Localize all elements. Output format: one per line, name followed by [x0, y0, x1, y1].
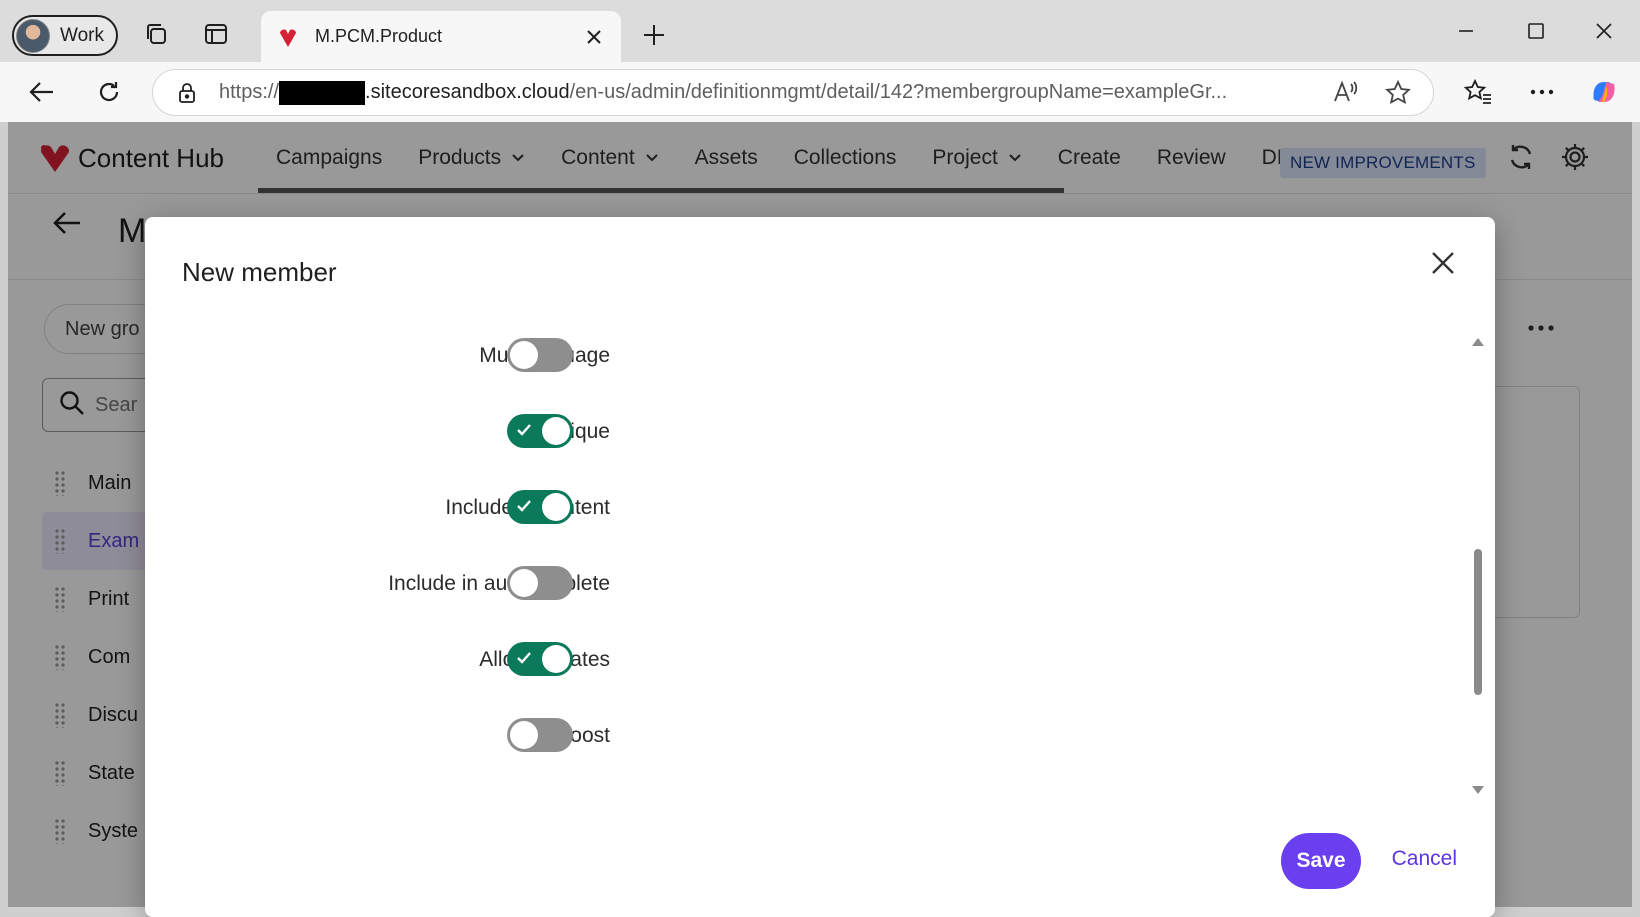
window-close-icon[interactable] [1586, 13, 1622, 49]
browser-tabstrip: Work M.PCM.Product [0, 0, 1640, 62]
toggle-knob [542, 417, 570, 445]
scrollbar-thumb[interactable] [1474, 549, 1482, 695]
field-multilanguage: Multilanguage [145, 336, 745, 376]
url-path: /en-us/admin/definitionmgmt/detail/142?m… [569, 81, 1228, 103]
minimize-icon[interactable] [1448, 13, 1484, 49]
field-include-in-autocomplete: Include in autocomplete [145, 564, 745, 604]
multilanguage-toggle[interactable] [507, 338, 573, 372]
browser-toolbar: https:// .sitecoresandbox.cloud /en-us/a… [0, 62, 1640, 122]
maximize-icon[interactable] [1518, 13, 1554, 49]
toggle-knob [542, 645, 570, 673]
field-allow-updates: Allow updates [145, 640, 745, 680]
url-scheme: https:// [219, 81, 280, 103]
profile-button[interactable]: Work [12, 15, 118, 56]
avatar [16, 18, 50, 53]
unique-toggle[interactable] [507, 414, 573, 448]
favorites-icon[interactable] [1460, 74, 1496, 110]
back-arrow-icon[interactable] [24, 74, 60, 110]
cancel-button[interactable]: Cancel [1392, 847, 1457, 871]
tab-close-icon[interactable] [579, 22, 609, 52]
field-boost: Boost [145, 716, 745, 756]
dialog-title: New member [182, 257, 337, 287]
reload-icon[interactable] [91, 74, 127, 110]
url-redacted-block [279, 80, 366, 105]
address-bar[interactable]: https:// .sitecoresandbox.cloud /en-us/a… [152, 69, 1434, 116]
vertical-tabs-icon[interactable] [198, 16, 234, 52]
new-member-dialog: New member Multilanguage Unique Include … [145, 217, 1495, 917]
tab-title: M.PCM.Product [315, 26, 443, 46]
field-unique: Unique [145, 412, 745, 452]
dialog-footer: Save Cancel [145, 817, 1495, 889]
include-in-autocomplete-toggle[interactable] [507, 566, 573, 600]
field-label: Include in autocomplete [388, 572, 610, 595]
boost-toggle[interactable] [507, 718, 573, 752]
checkmark-icon [517, 424, 531, 436]
favorite-star-icon[interactable] [1385, 79, 1411, 111]
url-host: .sitecoresandbox.cloud [365, 81, 570, 103]
read-aloud-icon[interactable] [1333, 80, 1359, 109]
field-include-in-content: Include in content [145, 488, 745, 528]
copilot-icon[interactable] [1586, 74, 1622, 110]
toggle-knob [510, 721, 538, 749]
toggle-knob [510, 569, 538, 597]
close-icon[interactable] [1423, 243, 1463, 283]
workspaces-icon[interactable] [138, 16, 174, 52]
checkmark-icon [517, 500, 531, 512]
more-options-icon[interactable] [1524, 74, 1560, 110]
browser-tab-active[interactable]: M.PCM.Product [261, 11, 621, 62]
scroll-down-arrow-icon[interactable] [1472, 781, 1484, 799]
include-in-content-toggle[interactable] [507, 490, 573, 524]
lock-icon[interactable] [175, 81, 199, 105]
allow-updates-toggle[interactable] [507, 642, 573, 676]
toggle-knob [542, 493, 570, 521]
save-button[interactable]: Save [1281, 833, 1361, 889]
dialog-scrollbar[interactable] [1470, 333, 1486, 799]
checkmark-icon [517, 652, 531, 664]
dialog-body: Multilanguage Unique Include in content … [145, 317, 1485, 777]
scroll-up-arrow-icon[interactable] [1472, 333, 1484, 351]
toggle-knob [510, 341, 538, 369]
url-text[interactable]: https:// .sitecoresandbox.cloud /en-us/a… [219, 80, 1299, 105]
new-tab-icon[interactable] [636, 17, 672, 53]
sitecore-favicon-icon [275, 24, 301, 50]
profile-label: Work [60, 24, 104, 46]
